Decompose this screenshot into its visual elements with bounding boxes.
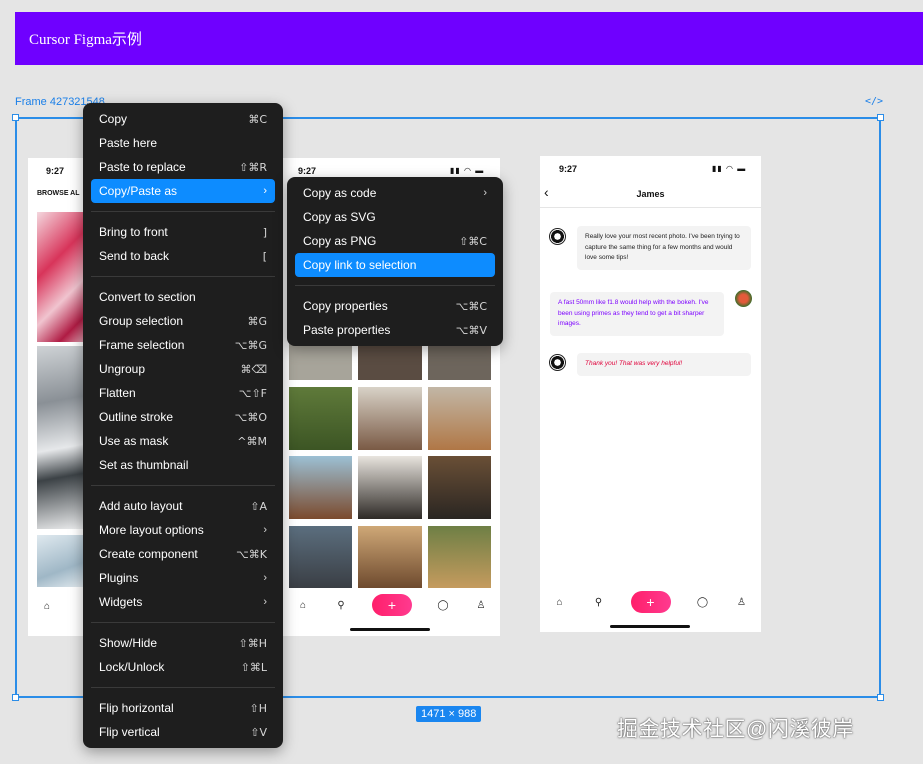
menu-item-create-component[interactable]: Create component ⌥⌘K [91, 542, 275, 566]
menu-item-set-as-thumbnail[interactable]: Set as thumbnail [91, 453, 275, 477]
submenu-item-copy-properties[interactable]: Copy properties ⌥⌘C [295, 294, 495, 318]
menu-item-copy[interactable]: Copy ⌘C [91, 107, 275, 131]
chevron-right-icon: › [263, 524, 267, 536]
menu-item-flatten[interactable]: Flatten ⌥⇧F [91, 381, 275, 405]
submenu-item-copy-link[interactable]: Copy link to selection [295, 253, 495, 277]
code-icon[interactable]: </> [865, 96, 883, 107]
menu-item-convert-to-section[interactable]: Convert to section [91, 285, 275, 309]
resize-handle[interactable] [877, 694, 884, 701]
menu-item-show-hide[interactable]: Show/Hide ⇧⌘H [91, 631, 275, 655]
menu-item-copy-paste-as[interactable]: Copy/Paste as › [91, 179, 275, 203]
banner: Cursor Figma示例 [15, 12, 923, 65]
menu-item-use-as-mask[interactable]: Use as mask ^⌘M [91, 429, 275, 453]
menu-item-bring-to-front[interactable]: Bring to front] [91, 220, 275, 244]
submenu-item-copy-as-code[interactable]: Copy as code › [295, 181, 495, 205]
menu-item-outline-stroke[interactable]: Outline stroke ⌥⌘O [91, 405, 275, 429]
menu-item-frame-selection[interactable]: Frame selection ⌥⌘G [91, 333, 275, 357]
menu-divider [91, 276, 275, 277]
menu-divider [91, 211, 275, 212]
menu-item-add-auto-layout[interactable]: Add auto layout ⇧A [91, 494, 275, 518]
resize-handle[interactable] [12, 694, 19, 701]
resize-handle[interactable] [877, 114, 884, 121]
submenu-item-copy-as-svg[interactable]: Copy as SVG [295, 205, 495, 229]
watermark: 掘金技术社区@闪溪彼岸 [617, 718, 854, 741]
menu-item-plugins[interactable]: Plugins › [91, 566, 275, 590]
context-menu: Copy ⌘C Paste here Paste to replace ⇧⌘R Co… [83, 103, 283, 748]
chevron-right-icon: › [263, 572, 267, 584]
menu-divider [91, 485, 275, 486]
menu-divider [91, 622, 275, 623]
chevron-right-icon: › [263, 185, 267, 197]
submenu-item-paste-properties[interactable]: Paste properties ⌥⌘V [295, 318, 495, 342]
menu-item-group-selection[interactable]: Group selection ⌘G [91, 309, 275, 333]
size-badge: 1471 × 988 [416, 706, 482, 722]
submenu-copy-paste-as: Copy as code › Copy as SVG Copy as PNG ⇧⌘C… [287, 177, 503, 346]
submenu-item-copy-as-png[interactable]: Copy as PNG ⇧⌘C [295, 229, 495, 253]
chevron-right-icon: › [263, 596, 267, 608]
menu-item-paste-to-replace[interactable]: Paste to replace ⇧⌘R [91, 155, 275, 179]
menu-divider [91, 687, 275, 688]
menu-item-send-to-back[interactable]: Send to back[ [91, 244, 275, 268]
chevron-right-icon: › [483, 187, 487, 199]
resize-handle[interactable] [12, 114, 19, 121]
banner-title: Cursor Figma示例 [29, 32, 142, 48]
menu-item-more-layout-options[interactable]: More layout options › [91, 518, 275, 542]
menu-divider [295, 285, 495, 286]
menu-item-flip-horizontal[interactable]: Flip horizontal ⇧H [91, 696, 275, 720]
menu-item-flip-vertical[interactable]: Flip vertical ⇧V [91, 720, 275, 744]
menu-item-lock-unlock[interactable]: Lock/Unlock ⇧⌘L [91, 655, 275, 679]
menu-item-ungroup[interactable]: Ungroup ⌘⌫ [91, 357, 275, 381]
menu-item-paste-here[interactable]: Paste here [91, 131, 275, 155]
menu-item-widgets[interactable]: Widgets › [91, 590, 275, 614]
